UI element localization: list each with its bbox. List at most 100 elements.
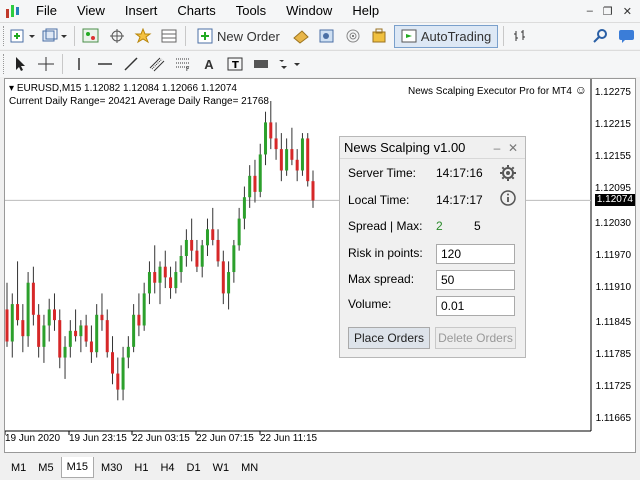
candle-body [5,309,9,342]
risk-row: Risk in points: [348,246,436,260]
panel-minimize-button[interactable]: ‒ [489,141,505,155]
place-orders-button[interactable]: Place Orders [348,327,430,349]
candle-body [42,325,46,347]
candle-body [163,266,167,278]
chart-window[interactable]: ▾ EURUSD,M15 1.12082 1.12084 1.12066 1.1… [4,78,636,453]
candle-body [31,282,35,315]
search-icon[interactable] [590,25,612,48]
timeframe-tab-h1[interactable]: H1 [129,457,153,478]
candle-body [21,320,25,337]
new-chart-icon[interactable] [9,25,37,48]
toolbar-grip[interactable] [3,26,7,46]
panel-header[interactable]: News Scalping v1.00 ‒ ✕ [340,137,525,159]
autotrading-button[interactable]: AutoTrading [393,24,499,48]
candle-body [16,304,20,321]
data-window-icon[interactable] [158,25,180,48]
crosshair-nav-icon[interactable] [106,25,128,48]
menu-insert[interactable]: Insert [115,0,168,22]
candle [179,245,183,283]
chart-menu-icon[interactable]: ▾ [9,83,14,94]
candle [300,133,304,176]
expert-advisors-icon[interactable] [290,25,312,48]
timeframe-tab-mn[interactable]: MN [236,457,263,478]
menu-tools[interactable]: Tools [226,0,276,22]
price-tick-label: 1.11845 [595,316,631,328]
menu-view[interactable]: View [67,0,115,22]
candle-body [290,149,294,160]
candle-body [37,314,41,347]
signals-icon[interactable] [342,25,364,48]
crosshair-icon[interactable] [35,53,57,76]
cursor-icon[interactable] [9,53,31,76]
candle [264,111,268,166]
candle-body [100,314,104,321]
candle [100,293,104,331]
timeframe-tab-m5[interactable]: M5 [33,457,58,478]
rectangle-shape-icon[interactable] [250,53,272,76]
menu-window[interactable]: Window [276,0,342,22]
timeframe-tab-w1[interactable]: W1 [208,457,235,478]
timeframe-tab-d1[interactable]: D1 [182,457,206,478]
market-icon[interactable] [368,25,390,48]
autotrading-label: AutoTrading [420,28,492,44]
equidistant-channel-icon[interactable] [146,53,168,76]
toolbar-separator [74,26,75,46]
toolbar-grip[interactable] [3,54,7,74]
risk-points-input[interactable] [436,244,515,264]
candle [26,272,30,347]
candle-body [253,175,257,192]
candle-body [58,320,62,358]
restore-window-button[interactable]: ❐ [603,5,613,18]
text-label-icon[interactable]: T [224,53,246,76]
menu-charts[interactable]: Charts [167,0,225,22]
max-spread-input[interactable] [436,270,515,290]
close-window-button[interactable]: ✕ [623,5,632,18]
candle [142,282,146,331]
info-icon[interactable] [499,189,517,210]
profiles-icon[interactable] [41,25,69,48]
candle [58,309,62,369]
timeframe-tab-m15[interactable]: M15 [60,457,94,478]
candle-body [169,277,173,289]
candle-body [89,341,93,353]
candle-body [111,352,115,374]
volume-input[interactable] [436,296,515,316]
fibonacci-retracement-icon[interactable]: F [172,53,194,76]
candle-body [195,250,199,267]
delete-orders-button[interactable]: Delete Orders [435,327,516,349]
candle-body [142,293,146,326]
trendline-icon[interactable] [120,53,142,76]
candle [68,320,72,358]
risk-label: Risk in points: [348,246,423,260]
menu-help[interactable]: Help [342,0,389,22]
candle [195,239,199,273]
candle [306,133,310,187]
timeframe-tab-h4[interactable]: H4 [155,457,179,478]
arrows-dropdown-icon[interactable] [276,53,302,76]
candle [295,149,299,182]
menu-bar: File View Insert Charts Tools Window Hel… [0,0,640,22]
menu-file[interactable]: File [26,0,67,22]
candle [184,229,188,267]
horizontal-line-icon[interactable] [94,53,116,76]
market-watch-icon[interactable] [80,25,102,48]
candle-body [116,373,120,390]
candle [84,314,88,347]
timeframe-tab-m30[interactable]: M30 [96,457,127,478]
panel-close-button[interactable]: ✕ [505,141,521,155]
timeframe-tab-m1[interactable]: M1 [6,457,31,478]
minimize-window-button[interactable]: ‒ [587,5,593,18]
favorites-star-icon[interactable] [132,25,154,48]
candle-body [300,138,304,171]
chat-icon[interactable] [616,25,638,48]
text-tool-icon[interactable]: A [198,53,220,76]
candle [158,261,162,305]
local-time-label: Local Time: [348,193,410,207]
candle [74,309,78,342]
metaeditor-icon[interactable] [316,25,338,48]
settings-gear-icon[interactable] [499,164,517,185]
price-tick-label: 1.11970 [595,250,631,261]
new-order-button[interactable]: New Order [191,25,286,48]
vertical-line-icon[interactable] [68,53,90,76]
bar-chart-icon[interactable] [509,25,531,48]
